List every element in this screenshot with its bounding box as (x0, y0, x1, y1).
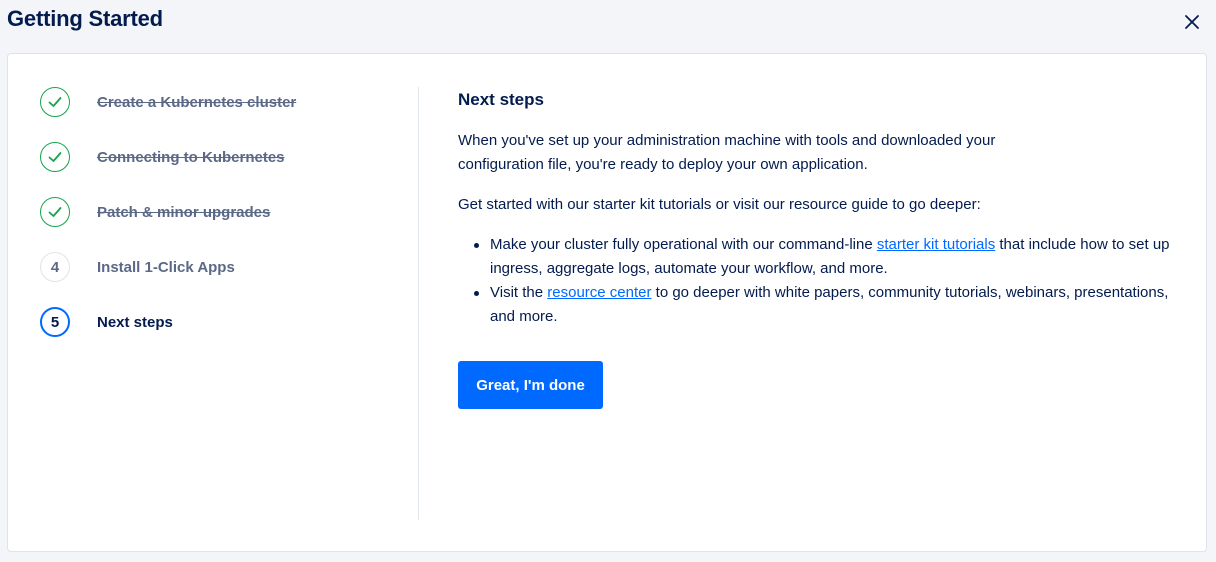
intro-paragraph: When you've set up your administration m… (458, 132, 996, 173)
step-label: Patch & minor upgrades (97, 203, 271, 221)
done-button[interactable]: Great, I'm done (458, 361, 603, 409)
list-item-text: Visit the (490, 284, 548, 301)
step-patch-upgrades[interactable]: Patch & minor upgrades (40, 196, 400, 228)
step-next-steps[interactable]: 5 Next steps (40, 306, 400, 338)
step-label: Next steps (97, 313, 173, 331)
getting-started-panel: Create a Kubernetes cluster Connecting t… (7, 53, 1207, 552)
step-create-cluster[interactable]: Create a Kubernetes cluster (40, 86, 400, 118)
starter-kit-link[interactable]: starter kit tutorials (877, 236, 995, 253)
check-icon (48, 152, 62, 162)
resource-list: Make your cluster fully operational with… (458, 233, 1178, 329)
check-icon (48, 97, 62, 107)
close-icon (1185, 15, 1199, 29)
dialog-header: Getting Started (0, 0, 1216, 52)
step-content: Next steps When you've set up your admin… (458, 90, 1178, 409)
step-complete-indicator (40, 197, 70, 227)
list-item: Make your cluster fully operational with… (458, 233, 1178, 281)
step-label: Install 1-Click Apps (97, 258, 235, 276)
lead-paragraph: Get started with our starter kit tutoria… (458, 196, 981, 213)
page-title: Getting Started (7, 6, 163, 31)
close-button[interactable] (1180, 10, 1204, 34)
step-label: Connecting to Kubernetes (97, 148, 285, 166)
step-label: Create a Kubernetes cluster (97, 93, 297, 111)
step-complete-indicator (40, 142, 70, 172)
step-complete-indicator (40, 87, 70, 117)
divider (418, 87, 419, 520)
list-item-text: Make your cluster fully operational with… (490, 236, 877, 253)
list-item: Visit the resource center to go deeper w… (458, 281, 1178, 329)
step-connecting[interactable]: Connecting to Kubernetes (40, 141, 400, 173)
step-number: 5 (40, 307, 70, 337)
content-title: Next steps (458, 90, 544, 109)
check-icon (48, 207, 62, 217)
step-number: 4 (40, 252, 70, 282)
step-install-apps[interactable]: 4 Install 1-Click Apps (40, 251, 400, 283)
resource-center-link[interactable]: resource center (547, 284, 651, 301)
